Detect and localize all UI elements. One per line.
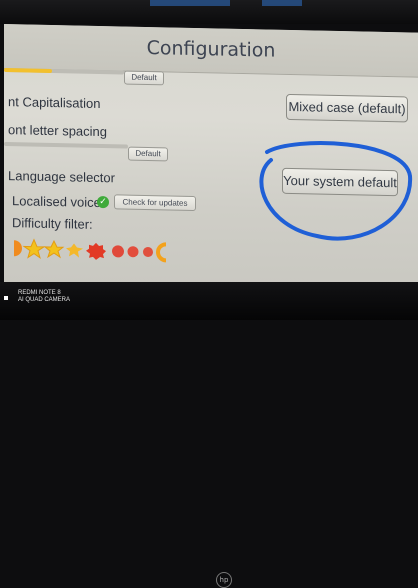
annotation-circle [259,141,413,241]
half-ring-icon[interactable] [156,242,167,263]
default-button[interactable]: Default [124,70,164,86]
font-spacing-label: ont letter spacing [8,122,108,140]
spacing-slider[interactable] [4,142,128,149]
star-icon[interactable] [43,239,65,259]
check-updates-button[interactable]: Check for updates [114,194,196,212]
slider-fill [4,68,52,74]
half-circle-icon[interactable] [14,240,22,257]
star-icon[interactable] [66,243,83,258]
splat-icon[interactable] [127,246,139,258]
burst-icon[interactable] [86,242,106,260]
spacing-default-button[interactable]: Default [128,146,168,162]
check-icon: ✓ [97,195,109,209]
language-selector-label: Language selector [8,168,115,186]
difficulty-icons-svg [14,238,167,263]
splat-icon[interactable] [112,245,124,258]
annotation-stroke [259,141,413,241]
page-title: Configuration [146,36,276,62]
hp-logo: hp [216,572,232,588]
splat-icon[interactable] [143,247,153,258]
watermark-icon [4,296,8,300]
star-icon[interactable] [22,238,46,259]
camera-watermark: REDMI NOTE 8 AI QUAD CAMERA [18,290,70,304]
reflection-stripe [150,0,230,6]
localised-voices-label: Localised voices [12,193,108,211]
watermark-line2: AI QUAD CAMERA [18,297,71,303]
monitor-bezel-top [0,0,418,24]
font-capitalisation-label: nt Capitalisation [8,94,101,112]
reflection-stripe [262,0,302,6]
capitalisation-button[interactable]: Mixed case (default) [286,93,408,123]
watermark-line1: REDMI NOTE 8 [18,290,61,296]
difficulty-label: Difficulty filter: [12,215,93,232]
difficulty-icons[interactable] [8,236,198,264]
